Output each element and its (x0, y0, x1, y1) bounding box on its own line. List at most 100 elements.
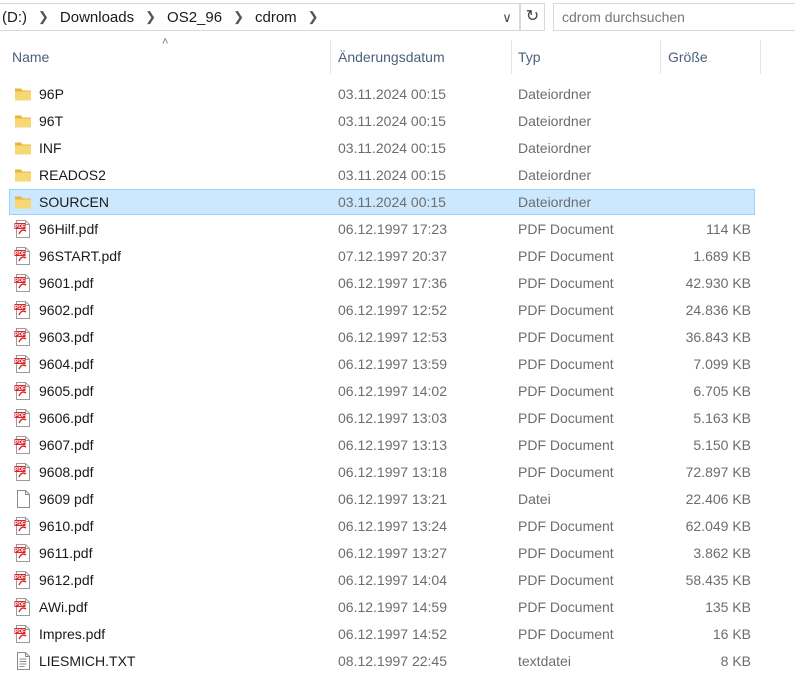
file-row[interactable]: PDF 9611.pdf 06.12.1997 13:27 PDF Document 3… (0, 540, 795, 567)
file-size: 58.435 KB (685, 572, 751, 588)
breadcrumb-drive[interactable]: (D:) (0, 9, 29, 26)
file-size: 6.705 KB (693, 383, 751, 399)
file-name: 96START.pdf (39, 248, 121, 264)
file-name: 9603.pdf (39, 329, 94, 345)
file-row-selected[interactable]: SOURCEN 03.11.2024 00:15 Dateiordner (0, 189, 795, 216)
pdf-icon: PDF (14, 247, 32, 265)
pdf-icon: PDF (14, 517, 32, 535)
svg-text:PDF: PDF (15, 629, 25, 635)
file-date: 06.12.1997 13:59 (338, 356, 447, 372)
file-row[interactable]: LIESMICH.TXT 08.12.1997 22:45 textdatei 8 K… (0, 648, 795, 675)
column-size[interactable]: Größe (661, 40, 761, 74)
file-row[interactable]: 96P 03.11.2024 00:15 Dateiordner (0, 81, 795, 108)
folder-icon (14, 166, 32, 184)
file-row[interactable]: PDF AWi.pdf 06.12.1997 14:59 PDF Document 13… (0, 594, 795, 621)
file-row[interactable]: PDF 9612.pdf 06.12.1997 14:04 PDF Document 5… (0, 567, 795, 594)
chevron-right-icon[interactable]: ❯ (299, 9, 328, 25)
file-icon (14, 490, 32, 508)
file-name: Impres.pdf (39, 626, 106, 642)
file-name: 9605.pdf (39, 383, 94, 399)
file-name: 9611.pdf (39, 545, 93, 561)
file-type: PDF Document (518, 356, 614, 372)
pdf-icon: PDF (14, 301, 32, 319)
file-name: LIESMICH.TXT (39, 653, 136, 669)
breadcrumb-os2-96[interactable]: OS2_96 (165, 9, 224, 26)
breadcrumb-downloads[interactable]: Downloads (58, 9, 136, 26)
file-row[interactable]: PDF 9610.pdf 06.12.1997 13:24 PDF Document 6… (0, 513, 795, 540)
pdf-icon: PDF (14, 598, 32, 616)
file-row[interactable]: PDF 9608.pdf 06.12.1997 13:18 PDF Document 7… (0, 459, 795, 486)
file-row[interactable]: READOS2 03.11.2024 00:15 Dateiordner (0, 162, 795, 189)
file-date: 06.12.1997 13:21 (338, 491, 447, 507)
chevron-right-icon[interactable]: ❯ (136, 9, 165, 25)
chevron-right-icon[interactable]: ❯ (224, 9, 253, 25)
file-date: 06.12.1997 14:52 (338, 626, 447, 642)
file-row[interactable]: PDF 96START.pdf 07.12.1997 20:37 PDF Docume… (0, 243, 795, 270)
file-type: PDF Document (518, 599, 614, 615)
file-date: 06.12.1997 14:02 (338, 383, 447, 399)
folder-icon (14, 85, 32, 103)
svg-text:PDF: PDF (15, 224, 25, 230)
svg-text:PDF: PDF (15, 386, 25, 392)
file-type: PDF Document (518, 383, 614, 399)
svg-text:PDF: PDF (15, 467, 25, 473)
file-size: 16 KB (712, 626, 751, 642)
file-row[interactable]: PDF 9604.pdf 06.12.1997 13:59 PDF Document 7… (0, 351, 795, 378)
svg-text:PDF: PDF (15, 305, 25, 311)
column-type[interactable]: Typ (511, 40, 661, 74)
address-bar[interactable]: (D:) ❯ Downloads ❯ OS2_96 ❯ cdrom ❯ ∨ (0, 3, 520, 31)
chevron-down-icon[interactable]: ∨ (497, 8, 517, 28)
file-row[interactable]: INF 03.11.2024 00:15 Dateiordner (0, 135, 795, 162)
breadcrumb-cdrom[interactable]: cdrom (253, 9, 299, 26)
folder-icon (14, 193, 32, 211)
svg-text:PDF: PDF (15, 548, 25, 554)
file-date: 06.12.1997 13:27 (338, 545, 447, 561)
file-size: 3.862 KB (693, 545, 751, 561)
file-name: AWi.pdf (39, 599, 88, 615)
svg-text:PDF: PDF (15, 332, 25, 338)
file-size: 8 KB (720, 653, 751, 669)
file-type: PDF Document (518, 410, 614, 426)
chevron-right-icon[interactable]: ❯ (29, 9, 58, 25)
file-row[interactable]: PDF 9606.pdf 06.12.1997 13:03 PDF Document 5… (0, 405, 795, 432)
file-date: 03.11.2024 00:15 (338, 140, 446, 156)
folder-icon (14, 112, 32, 130)
file-row[interactable]: PDF 9605.pdf 06.12.1997 14:02 PDF Document 6… (0, 378, 795, 405)
file-row[interactable]: PDF 9602.pdf 06.12.1997 12:52 PDF Document 2… (0, 297, 795, 324)
file-type: PDF Document (518, 329, 614, 345)
file-name: SOURCEN (39, 194, 110, 210)
file-type: Dateiordner (518, 86, 592, 102)
file-row[interactable]: PDF 9607.pdf 06.12.1997 13:13 PDF Document 5… (0, 432, 795, 459)
refresh-button[interactable]: ↻ (520, 3, 545, 31)
file-type: textdatei (518, 653, 571, 669)
file-row[interactable]: PDF Impres.pdf 06.12.1997 14:52 PDF Documen… (0, 621, 795, 648)
file-row[interactable]: 96T 03.11.2024 00:15 Dateiordner (0, 108, 795, 135)
pdf-icon: PDF (14, 463, 32, 481)
file-list: 96P 03.11.2024 00:15 Dateiordner 96T 03.11.2… (0, 81, 795, 675)
file-date: 06.12.1997 13:18 (338, 464, 447, 480)
file-name: 9602.pdf (39, 302, 94, 318)
pdf-icon: PDF (14, 544, 32, 562)
file-row[interactable]: PDF 9601.pdf 06.12.1997 17:36 PDF Document 4… (0, 270, 795, 297)
file-type: Dateiordner (518, 167, 592, 183)
file-size: 24.836 KB (685, 302, 751, 318)
file-name: READOS2 (39, 167, 106, 183)
pdf-icon: PDF (14, 625, 32, 643)
search-input[interactable] (553, 3, 795, 31)
file-row[interactable]: PDF 9603.pdf 06.12.1997 12:53 PDF Document 3… (0, 324, 795, 351)
file-name: 9610.pdf (39, 518, 94, 534)
column-date[interactable]: Änderungsdatum (331, 40, 511, 74)
column-name[interactable]: Name (5, 40, 330, 74)
file-row[interactable]: PDF 96Hilf.pdf 06.12.1997 17:23 PDF Documen… (0, 216, 795, 243)
file-size: 5.163 KB (693, 410, 751, 426)
file-type: PDF Document (518, 275, 614, 291)
pdf-icon: PDF (14, 274, 32, 292)
svg-text:PDF: PDF (15, 602, 25, 608)
file-date: 03.11.2024 00:15 (338, 194, 446, 210)
svg-text:PDF: PDF (15, 521, 25, 527)
column-divider[interactable] (760, 40, 761, 74)
file-date: 06.12.1997 12:52 (338, 302, 447, 318)
file-row[interactable]: 9609 pdf 06.12.1997 13:21 Datei 22.406 KB (0, 486, 795, 513)
file-size: 72.897 KB (685, 464, 751, 480)
file-date: 08.12.1997 22:45 (338, 653, 447, 669)
